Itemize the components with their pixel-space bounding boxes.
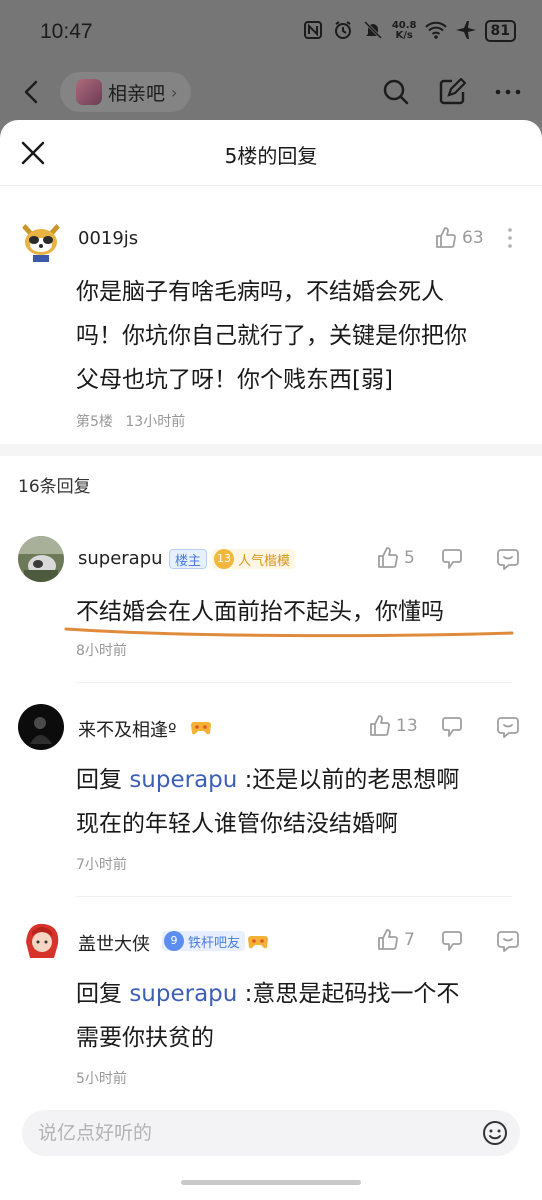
forum-avatar <box>76 79 102 105</box>
emoji-icon[interactable] <box>482 1120 508 1146</box>
text-line: 需要你扶贫的 <box>76 1025 214 1051</box>
forum-name: 相亲吧 <box>108 82 166 105</box>
reply-time: 8小时前 <box>76 643 127 659</box>
like-count: 63 <box>462 228 484 248</box>
dislike-icon[interactable] <box>441 715 465 739</box>
post-meta: 第5楼 13小时前 <box>76 411 185 431</box>
reply-to-link[interactable]: superapu <box>129 981 237 1007</box>
like-count: 5 <box>404 548 415 568</box>
host-badge: 楼主 <box>169 549 208 569</box>
text-line: 现在的年轻人谁管你结没结婚啊 <box>76 811 398 837</box>
sheet-header: 5楼的回复 <box>0 120 542 186</box>
reply-time: 7小时前 <box>76 857 127 873</box>
wifi-icon <box>424 20 447 42</box>
level-badge: 9 <box>164 931 184 951</box>
like-count: 13 <box>396 716 418 736</box>
reply-to-link[interactable]: superapu <box>129 767 237 793</box>
nfc-icon <box>302 20 324 42</box>
section-divider <box>0 444 542 456</box>
reply-text: 回复 superapu :意思是起码找一个不 需要你扶贫的 <box>76 972 526 1060</box>
thumbs-up-icon <box>378 547 398 568</box>
reply-username[interactable]: 盖世大侠 <box>78 930 150 956</box>
airplane-icon <box>455 20 477 42</box>
thumbs-up-icon <box>436 227 456 248</box>
row-divider <box>76 682 512 683</box>
reply-count: 16条回复 <box>18 477 91 497</box>
like-button[interactable]: 13 <box>368 714 418 738</box>
like-count: 7 <box>404 930 415 950</box>
reply-time: 5小时前 <box>76 1071 127 1087</box>
avatar[interactable] <box>18 218 64 264</box>
title-badge: 9 铁杆吧友 <box>162 931 246 951</box>
reply-text-first: :还是以前的老思想啊 <box>244 767 460 793</box>
search-icon[interactable] <box>380 76 412 108</box>
avatar[interactable] <box>18 536 64 582</box>
edit-icon[interactable] <box>436 76 468 108</box>
avatar[interactable] <box>18 704 64 750</box>
status-bar: 10:47 40.8 K/s 81 <box>0 0 542 66</box>
highlight-underline <box>64 627 514 638</box>
comment-icon[interactable] <box>496 715 520 739</box>
reply-username[interactable]: superapu <box>78 548 163 569</box>
level-badge: 13 <box>214 549 234 569</box>
main-post-username[interactable]: 0019js <box>78 228 138 249</box>
row-divider <box>76 896 512 897</box>
net-speed-unit: K/s <box>395 30 413 41</box>
like-button[interactable]: 5 <box>376 546 415 570</box>
more-icon[interactable] <box>492 76 524 108</box>
post-time: 13小时前 <box>125 414 186 430</box>
more-vertical-icon[interactable] <box>498 226 522 250</box>
battery-icon: 81 <box>484 20 516 42</box>
title-badge: 13 人气楷模 <box>212 549 296 569</box>
thumbs-up-icon <box>378 929 398 950</box>
dislike-icon[interactable] <box>441 929 465 953</box>
comment-icon[interactable] <box>496 547 520 571</box>
text-line: 父母也坑了呀！你个贱东西[弱] <box>76 367 393 393</box>
sheet-title: 5楼的回复 <box>224 144 318 168</box>
floor-number: 第5楼 <box>76 414 113 430</box>
alarm-icon <box>332 20 354 42</box>
text-line: 你是脑子有啥毛病吗，不结婚会死人 <box>76 279 444 305</box>
comment-icon[interactable] <box>496 929 520 953</box>
title-badge-label: 人气楷模 <box>238 553 291 569</box>
back-icon[interactable] <box>18 78 46 106</box>
reply-prefix: 回复 <box>76 981 122 1007</box>
net-speed: 40.8 K/s <box>392 21 417 41</box>
game-controller-icon <box>190 717 212 737</box>
text-line: 吗！你坑你自己就行了，关键是你把你 <box>76 323 467 349</box>
mute-icon <box>362 20 384 42</box>
chevron-right-icon: › <box>171 82 178 102</box>
main-post-text: 你是脑子有啥毛病吗，不结婚会死人 吗！你坑你自己就行了，关键是你把你 父母也坑了… <box>76 270 526 402</box>
status-icons: 40.8 K/s 81 <box>302 20 516 42</box>
reply-text: 回复 superapu :还是以前的老思想啊 现在的年轻人谁管你结没结婚啊 <box>76 758 526 846</box>
dislike-icon[interactable] <box>441 547 465 571</box>
avatar[interactable] <box>18 918 64 964</box>
thumbs-up-icon <box>370 715 390 736</box>
comment-input-bar <box>22 1110 520 1156</box>
forum-pill[interactable]: 相亲吧 › <box>60 72 192 112</box>
status-time: 10:47 <box>40 20 93 43</box>
title-badge-label: 铁杆吧友 <box>188 935 241 951</box>
comment-input[interactable] <box>38 1110 458 1156</box>
text-line: 回复 superapu :意思是起码找一个不 <box>76 972 526 1016</box>
reply-prefix: 回复 <box>76 767 122 793</box>
reply-username[interactable]: 来不及相逢º <box>78 716 176 742</box>
game-controller-icon <box>247 931 269 951</box>
home-indicator[interactable] <box>181 1180 361 1185</box>
forum-topnav: 相亲吧 › <box>0 66 542 120</box>
reply-sheet: 5楼的回复 0019js 63 你是脑子有啥毛病吗，不结婚会死人 吗！你坑你自己… <box>0 120 542 1200</box>
nav-actions <box>380 76 524 108</box>
like-button[interactable]: 7 <box>376 928 415 952</box>
like-button[interactable]: 63 <box>434 226 484 250</box>
reply-text-first: :意思是起码找一个不 <box>244 981 460 1007</box>
text-line: 回复 superapu :还是以前的老思想啊 <box>76 758 526 802</box>
